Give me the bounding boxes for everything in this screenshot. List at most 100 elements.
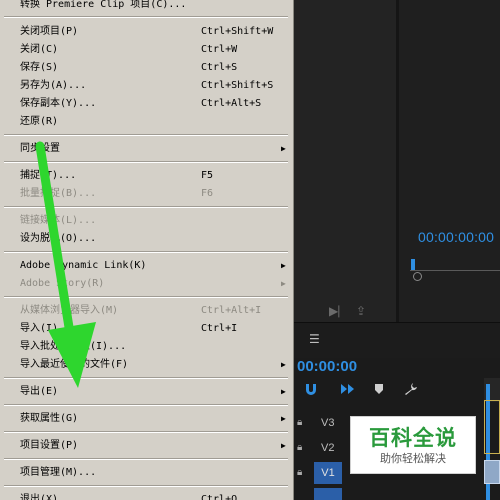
wrench-icon[interactable]: [404, 382, 418, 396]
menu-item-label: 捕捉(T)...: [20, 170, 77, 181]
menu-item-label: 导入批处理列表(I)...: [20, 341, 127, 352]
premiere-window: 00:00:00:00 ▶⎸ ⇪ ☰ 00:00:00 🔒︎ V3 🔒︎ V2 …: [0, 0, 500, 500]
menu-item-exit[interactable]: 退出(X) Ctrl+Q: [0, 491, 292, 500]
export-frame-icon[interactable]: ⇪: [356, 304, 366, 318]
menu-item-project-manager[interactable]: 项目管理(M)...: [0, 464, 292, 482]
menu-item-get-properties[interactable]: 获取属性(G) ▶: [0, 410, 292, 428]
menu-separator: [4, 377, 288, 379]
chevron-right-icon: ▶: [281, 360, 286, 369]
menu-item-label: 链接媒体(L)...: [20, 215, 97, 226]
menu-item-shortcut: Ctrl+Alt+I: [201, 305, 262, 316]
menu-item-label: Adobe Story(R): [20, 278, 105, 289]
menu-item-make-offline[interactable]: 设为脱机(O)...: [0, 230, 292, 248]
menu-separator: [4, 206, 288, 208]
chevron-right-icon: ▶: [281, 414, 286, 423]
menu-item-shortcut: Ctrl+Q: [201, 494, 238, 500]
menu-item-label: 项目管理(M)...: [20, 467, 97, 478]
menu-item-adobe-story: Adobe Story(R) ▶: [0, 275, 292, 293]
menu-separator: [4, 485, 288, 487]
menu-separator: [4, 161, 288, 163]
chevron-right-icon: ▶: [281, 279, 286, 288]
menu-item-label: 获取属性(G): [20, 413, 79, 424]
menu-item-shortcut: F6: [201, 188, 214, 199]
monitor-timecode[interactable]: 00:00:00:00: [418, 229, 494, 245]
menu-item-sync-settings[interactable]: 同步设置 ▶: [0, 140, 292, 158]
menu-item-save-copy[interactable]: 保存副本(Y)... Ctrl+Alt+S: [0, 95, 292, 113]
menu-item-link-media: 链接媒体(L)...: [0, 212, 292, 230]
chevron-right-icon: ▶: [281, 261, 286, 270]
marker-icon[interactable]: [374, 383, 384, 395]
chevron-right-icon: ▶: [281, 144, 286, 153]
menu-item-label: 关闭项目(P): [20, 26, 79, 37]
menu-item-label: 项目设置(P): [20, 440, 79, 451]
menu-item-label: 导入(I)...: [20, 323, 77, 334]
menu-item-save[interactable]: 保存(S) Ctrl+S: [0, 59, 292, 77]
menu-item-revert[interactable]: 还原(R): [0, 113, 292, 131]
menu-item-export[interactable]: 导出(E) ▶: [0, 383, 292, 401]
watermark-badge: 百科全说 助你轻松解决: [350, 416, 476, 474]
menu-item-label: Adobe Dynamic Link(K): [20, 260, 147, 271]
timeline-timecode[interactable]: 00:00:00: [297, 358, 357, 375]
menu-item-label: 还原(R): [20, 116, 59, 127]
menu-item-label: 保存副本(Y)...: [20, 98, 97, 109]
menu-item-label: 设为脱机(O)...: [20, 233, 97, 244]
menu-item-import-recent[interactable]: 导入最近使用的文件(F) ▶: [0, 356, 292, 374]
menu-separator: [4, 251, 288, 253]
menu-item-label: 关闭(C): [20, 44, 59, 55]
menu-item-label: 转换 Premiere Clip 项目(C)...: [20, 0, 187, 10]
magnet-icon[interactable]: [304, 382, 318, 396]
track-target-v1-source[interactable]: [314, 488, 342, 500]
menu-item-label: 导入最近使用的文件(F): [20, 359, 129, 370]
playhead-marker-icon[interactable]: [411, 259, 415, 270]
menu-item-label: 另存为(A)...: [20, 80, 87, 91]
chevron-right-icon: ▶: [281, 387, 286, 396]
menu-item-import[interactable]: 导入(I)... Ctrl+I: [0, 320, 292, 338]
watermark-subtitle: 助你轻松解决: [380, 452, 446, 465]
menu-item-label: 导出(E): [20, 386, 59, 397]
menu-item-save-as[interactable]: 另存为(A)... Ctrl+Shift+S: [0, 77, 292, 95]
menu-item-shortcut: Ctrl+Shift+W: [201, 26, 274, 37]
menu-item-label: 同步设置: [20, 143, 60, 154]
video-clip[interactable]: [484, 460, 500, 484]
watermark-title: 百科全说: [369, 426, 457, 450]
track-target-v1[interactable]: V1: [314, 462, 342, 484]
timeline-toolbar: [296, 380, 500, 400]
timeline-header: [293, 322, 500, 358]
menu-separator: [4, 16, 288, 18]
menu-item-shortcut: Ctrl+S: [201, 62, 238, 73]
menu-separator: [4, 458, 288, 460]
menu-item-shortcut: Ctrl+W: [201, 44, 238, 55]
menu-item-shortcut: Ctrl+Alt+S: [201, 98, 262, 109]
menu-item-close-project[interactable]: 关闭项目(P) Ctrl+Shift+W: [0, 23, 292, 41]
menu-separator: [4, 134, 288, 136]
track-label-v3[interactable]: V3: [321, 417, 334, 429]
menu-item-dynamic-link[interactable]: Adobe Dynamic Link(K) ▶: [0, 257, 292, 275]
lock-icon[interactable]: 🔒︎: [297, 467, 302, 478]
scrub-bar[interactable]: [410, 270, 500, 271]
menu-separator: [4, 296, 288, 298]
menu-item-capture[interactable]: 捕捉(T)... F5: [0, 167, 292, 185]
timeline-clip[interactable]: [484, 400, 500, 454]
lock-icon[interactable]: 🔒︎: [297, 442, 302, 453]
lock-icon[interactable]: 🔒︎: [297, 417, 302, 428]
linked-selection-icon[interactable]: [340, 382, 356, 396]
menu-separator: [4, 431, 288, 433]
step-back-icon[interactable]: ▶⎸: [329, 304, 350, 319]
menu-item-batch-capture: 批量捕捉(B)... F6: [0, 185, 292, 203]
menu-item-label: 退出(X): [20, 494, 59, 500]
menu-item-convert-premiere-clip[interactable]: 转换 Premiere Clip 项目(C)...: [0, 0, 292, 14]
track-label-v2[interactable]: V2: [321, 442, 334, 454]
menu-item-project-settings[interactable]: 项目设置(P) ▶: [0, 437, 292, 455]
menu-item-shortcut: F5: [201, 170, 214, 181]
menu-item-label: 保存(S): [20, 62, 59, 73]
menu-separator: [4, 404, 288, 406]
menu-item-label: 从媒体浏览器导入(M): [20, 305, 119, 316]
scrub-start-icon[interactable]: [413, 272, 422, 281]
menu-item-shortcut: Ctrl+I: [201, 323, 238, 334]
file-menu: 转换 Premiere Clip 项目(C)... 关闭项目(P) Ctrl+S…: [0, 0, 294, 500]
menu-item-import-media-browser: 从媒体浏览器导入(M) Ctrl+Alt+I: [0, 302, 292, 320]
menu-item-close[interactable]: 关闭(C) Ctrl+W: [0, 41, 292, 59]
menu-item-import-batch-list[interactable]: 导入批处理列表(I)...: [0, 338, 292, 356]
menu-item-label: 批量捕捉(B)...: [20, 188, 97, 199]
panel-menu-icon[interactable]: ☰: [309, 332, 320, 346]
